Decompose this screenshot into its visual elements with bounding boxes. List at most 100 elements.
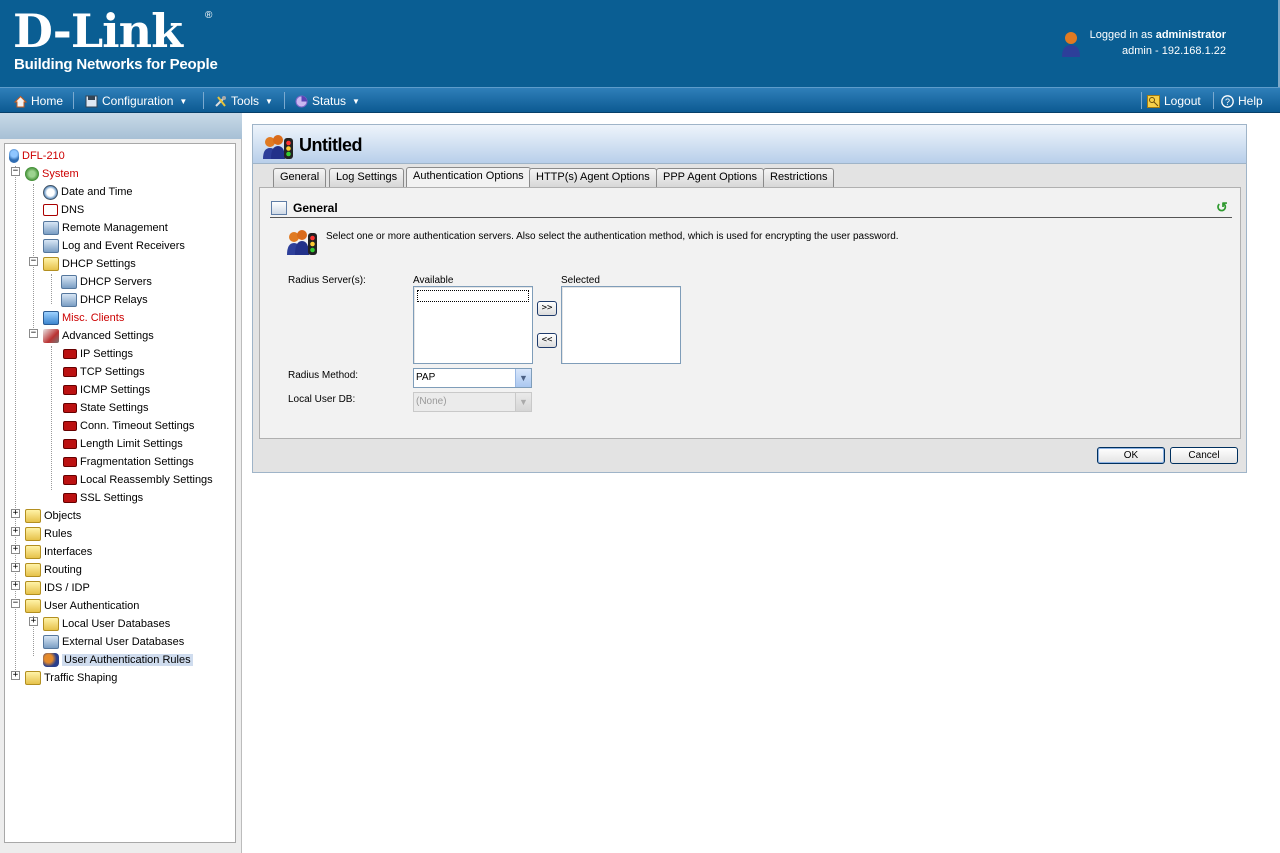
expand-icon[interactable]: + — [11, 509, 20, 518]
tree-label: Length Limit Settings — [80, 438, 183, 450]
radius-servers-label: Radius Server(s): — [288, 275, 366, 286]
users-traffic-light-icon — [263, 135, 293, 159]
tree-label: User Authentication Rules — [62, 654, 193, 666]
tree-item-log-receivers[interactable]: Log and Event Receivers — [43, 238, 185, 254]
expand-icon[interactable]: + — [11, 563, 20, 572]
tab-ppp-agent-options[interactable]: PPP Agent Options — [656, 168, 764, 187]
tree-root-dfl210[interactable]: DFL-210 — [9, 148, 65, 164]
tree-item-advanced-settings[interactable]: Advanced Settings — [43, 328, 154, 344]
tree-label: User Authentication — [44, 600, 140, 612]
tree-item-icmp-settings[interactable]: ICMP Settings — [63, 382, 150, 398]
tree-item-objects[interactable]: Objects — [25, 508, 81, 524]
menu-logout[interactable]: Logout — [1147, 92, 1201, 110]
menu-tools[interactable]: Tools ▼ — [214, 92, 273, 110]
tree-item-date-time[interactable]: Date and Time — [43, 184, 133, 200]
list-focus-row — [417, 290, 529, 302]
collapse-icon[interactable]: − — [29, 329, 38, 338]
tree-item-rules[interactable]: Rules — [25, 526, 72, 542]
tree-item-length-limit[interactable]: Length Limit Settings — [63, 436, 183, 452]
chevron-down-icon[interactable]: ▼ — [515, 369, 531, 387]
tree-item-interfaces[interactable]: Interfaces — [25, 544, 92, 560]
expand-icon[interactable]: + — [29, 617, 38, 626]
collapse-icon[interactable]: − — [29, 257, 38, 266]
add-server-button[interactable]: >> — [537, 301, 557, 316]
selected-servers-list[interactable] — [561, 286, 681, 364]
tree-label: Local Reassembly Settings — [80, 474, 213, 486]
tree-item-external-user-databases[interactable]: External User Databases — [43, 634, 184, 650]
tree-item-traffic-shaping[interactable]: Traffic Shaping — [25, 670, 117, 686]
tree-item-ssl-settings[interactable]: SSL Settings — [63, 490, 143, 506]
tab-restrictions[interactable]: Restrictions — [763, 168, 835, 187]
expand-icon[interactable]: + — [11, 527, 20, 536]
tab-https-agent-options[interactable]: HTTP(s) Agent Options — [529, 168, 657, 187]
chevron-down-icon: ▼ — [515, 393, 531, 411]
tab-authentication-options[interactable]: Authentication Options — [406, 167, 531, 187]
edit-icon — [271, 201, 287, 215]
navigation-header-strip — [0, 113, 242, 139]
remove-server-button[interactable]: << — [537, 333, 557, 348]
menu-divider — [1213, 92, 1214, 109]
local-user-db-value: (None) — [416, 396, 447, 407]
tree-item-state-settings[interactable]: State Settings — [63, 400, 149, 416]
tree-label: DHCP Relays — [80, 294, 148, 306]
tree-item-tcp-settings[interactable]: TCP Settings — [63, 364, 145, 380]
tree-item-local-reassembly[interactable]: Local Reassembly Settings — [63, 472, 213, 488]
tree-label: DNS — [61, 204, 85, 216]
menu-tools-label: Tools — [231, 94, 260, 108]
tree-label: Conn. Timeout Settings — [80, 420, 195, 432]
tree-item-ids-idp[interactable]: IDS / IDP — [25, 580, 90, 596]
selected-label: Selected — [561, 275, 600, 286]
settings-icon — [63, 349, 77, 359]
menu-configuration[interactable]: Configuration ▼ — [85, 92, 187, 110]
menu-status[interactable]: Status ▼ — [295, 92, 360, 110]
tree-item-conn-timeout[interactable]: Conn. Timeout Settings — [63, 418, 194, 434]
menu-home[interactable]: Home — [14, 92, 63, 110]
tree-label: ICMP Settings — [80, 384, 151, 396]
tree-label: Date and Time — [61, 186, 133, 198]
collapse-icon[interactable]: − — [11, 167, 20, 176]
page-title: Untitled — [299, 135, 363, 155]
collapse-icon[interactable]: − — [11, 599, 20, 608]
available-servers-list[interactable] — [413, 286, 533, 364]
server-icon — [61, 275, 77, 289]
tree-item-user-authentication-rules[interactable]: User Authentication Rules — [43, 652, 193, 668]
login-prefix: Logged in as — [1089, 29, 1156, 41]
tree-label: System — [42, 168, 79, 180]
ok-button[interactable]: OK — [1097, 447, 1165, 464]
tree-item-user-authentication[interactable]: User Authentication — [25, 598, 139, 614]
tab-log-settings[interactable]: Log Settings — [329, 168, 405, 187]
radius-method-select[interactable]: PAP ▼ — [413, 368, 532, 388]
expand-icon[interactable]: + — [11, 545, 20, 554]
tree-item-dns[interactable]: DNS — [43, 202, 84, 218]
cancel-button[interactable]: Cancel — [1170, 447, 1238, 464]
tree-label: SSL Settings — [80, 492, 144, 504]
info-text: Select one or more authentication server… — [326, 231, 899, 242]
tree-label: Log and Event Receivers — [62, 240, 185, 252]
tree-item-system[interactable]: System — [25, 166, 79, 182]
expand-icon[interactable]: + — [11, 581, 20, 590]
home-icon — [14, 95, 27, 107]
tab-general[interactable]: General — [273, 168, 327, 187]
menu-help[interactable]: ? Help — [1221, 92, 1263, 110]
refresh-icon[interactable]: ↺ — [1216, 200, 1230, 215]
tree-item-fragmentation[interactable]: Fragmentation Settings — [63, 454, 194, 470]
tree-item-local-user-databases[interactable]: Local User Databases — [43, 616, 170, 632]
tree-item-dhcp-settings[interactable]: DHCP Settings — [43, 256, 136, 272]
folder-icon — [43, 257, 59, 271]
tree-label: External User Databases — [62, 636, 185, 648]
settings-icon — [63, 439, 77, 449]
tree-item-remote-management[interactable]: Remote Management — [43, 220, 168, 236]
tree-label: DHCP Servers — [80, 276, 152, 288]
tree-item-ip-settings[interactable]: IP Settings — [63, 346, 133, 362]
tree-guide-line — [51, 346, 52, 490]
tree-item-dhcp-relays[interactable]: DHCP Relays — [61, 292, 148, 308]
login-status: Logged in as administrator — [1090, 29, 1226, 41]
key-icon — [1147, 94, 1160, 108]
settings-icon — [63, 367, 77, 377]
radius-method-value: PAP — [416, 372, 436, 383]
tab-panel: General ↺ Select one or more authenticat… — [259, 187, 1241, 439]
tree-item-routing[interactable]: Routing — [25, 562, 82, 578]
expand-icon[interactable]: + — [11, 671, 20, 680]
tree-item-dhcp-servers[interactable]: DHCP Servers — [61, 274, 152, 290]
tree-item-misc-clients[interactable]: Misc. Clients — [43, 310, 124, 326]
